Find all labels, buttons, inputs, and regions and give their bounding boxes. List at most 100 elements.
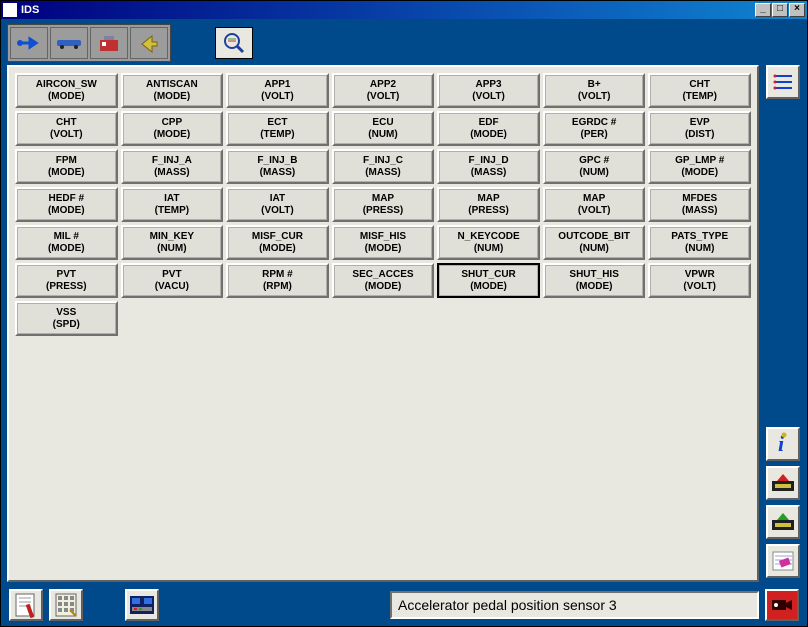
param-button[interactable]: MIL #(MODE) xyxy=(15,225,118,260)
param-name: APP1 xyxy=(264,79,290,91)
eject-green-button[interactable] xyxy=(766,505,800,539)
param-unit: (SPD) xyxy=(53,319,80,331)
param-name: MAP xyxy=(477,193,499,205)
param-name: MFDES xyxy=(682,193,717,205)
plug-button[interactable] xyxy=(10,27,48,59)
param-button[interactable]: APP2(VOLT) xyxy=(332,73,435,108)
param-button[interactable]: OUTCODE_BIT(NUM) xyxy=(543,225,646,260)
maximize-button[interactable]: □ xyxy=(772,3,788,17)
param-button[interactable]: F_INJ_C(MASS) xyxy=(332,149,435,184)
toolbox-button[interactable] xyxy=(90,27,128,59)
list-icon xyxy=(772,72,794,92)
param-unit: (MODE) xyxy=(365,243,402,255)
param-button[interactable]: GPC #(NUM) xyxy=(543,149,646,184)
param-name: MISF_CUR xyxy=(252,231,303,243)
param-button[interactable]: MAP(VOLT) xyxy=(543,187,646,222)
close-button[interactable]: × xyxy=(789,3,805,17)
minimize-button[interactable]: _ xyxy=(755,3,771,17)
param-name: APP3 xyxy=(476,79,502,91)
param-unit: (DIST) xyxy=(685,129,714,141)
drive-green-icon xyxy=(770,510,796,534)
param-name: AIRCON_SW xyxy=(36,79,97,91)
param-unit: (VOLT) xyxy=(683,281,716,293)
param-button[interactable]: MFDES(MASS) xyxy=(648,187,751,222)
param-unit: (PER) xyxy=(581,129,608,141)
param-button[interactable]: B+(VOLT) xyxy=(543,73,646,108)
param-name: CPP xyxy=(162,117,183,129)
param-button[interactable]: IAT(VOLT) xyxy=(226,187,329,222)
info-button[interactable]: i xyxy=(766,427,800,461)
param-button[interactable]: CPP(MODE) xyxy=(121,111,224,146)
param-button[interactable]: CHT(VOLT) xyxy=(15,111,118,146)
param-button[interactable]: MAP(PRESS) xyxy=(332,187,435,222)
param-name: ANTISCAN xyxy=(146,79,198,91)
param-unit: (TEMP) xyxy=(260,129,294,141)
param-name: MISF_HIS xyxy=(360,231,406,243)
param-name: F_INJ_D xyxy=(469,155,509,167)
param-unit: (NUM) xyxy=(157,243,186,255)
param-button[interactable]: EVP(DIST) xyxy=(648,111,751,146)
param-button[interactable]: MISF_CUR(MODE) xyxy=(226,225,329,260)
param-unit: (MASS) xyxy=(154,167,190,179)
param-button[interactable]: MAP(PRESS) xyxy=(437,187,540,222)
datalogger-tab[interactable] xyxy=(215,27,253,59)
param-button[interactable]: APP1(VOLT) xyxy=(226,73,329,108)
param-button[interactable]: MIN_KEY(NUM) xyxy=(121,225,224,260)
eject-red-button[interactable] xyxy=(766,466,800,500)
param-button[interactable]: CHT(TEMP) xyxy=(648,73,751,108)
param-button[interactable]: ECU(NUM) xyxy=(332,111,435,146)
param-button[interactable]: EDF(MODE) xyxy=(437,111,540,146)
param-unit: (MODE) xyxy=(48,91,85,103)
param-button[interactable]: SEC_ACCES(MODE) xyxy=(332,263,435,298)
param-name: APP2 xyxy=(370,79,396,91)
param-button[interactable]: ECT(TEMP) xyxy=(226,111,329,146)
back-button[interactable] xyxy=(130,27,168,59)
param-button[interactable]: ANTISCAN(MODE) xyxy=(121,73,224,108)
param-button[interactable]: HEDF #(MODE) xyxy=(15,187,118,222)
param-button[interactable]: AIRCON_SW(MODE) xyxy=(15,73,118,108)
param-name: PVT xyxy=(162,269,181,281)
param-name: F_INJ_B xyxy=(257,155,297,167)
param-button[interactable]: F_INJ_D(MASS) xyxy=(437,149,540,184)
param-button[interactable]: GP_LMP #(MODE) xyxy=(648,149,751,184)
param-button[interactable]: FPM(MODE) xyxy=(15,149,118,184)
param-button[interactable]: N_KEYCODE(NUM) xyxy=(437,225,540,260)
param-button[interactable]: EGRDC #(PER) xyxy=(543,111,646,146)
recorder-icon xyxy=(129,595,155,615)
param-unit: (MODE) xyxy=(48,167,85,179)
param-button[interactable]: PATS_TYPE(NUM) xyxy=(648,225,751,260)
param-unit: (MASS) xyxy=(471,167,507,179)
param-unit: (TEMP) xyxy=(155,205,189,217)
param-name: CHT xyxy=(56,117,77,129)
param-button[interactable]: VSS(SPD) xyxy=(15,301,118,336)
param-button[interactable]: MISF_HIS(MODE) xyxy=(332,225,435,260)
param-button[interactable]: PVT(VACU) xyxy=(121,263,224,298)
param-unit: (PRESS) xyxy=(46,281,87,293)
param-name: N_KEYCODE xyxy=(457,231,519,243)
param-button[interactable]: PVT(PRESS) xyxy=(15,263,118,298)
param-unit: (MODE) xyxy=(48,205,85,217)
param-name: RPM # xyxy=(262,269,293,281)
keypad-button[interactable] xyxy=(49,589,83,621)
param-button[interactable]: APP3(VOLT) xyxy=(437,73,540,108)
param-name: VPWR xyxy=(685,269,715,281)
param-button[interactable]: SHUT_HIS(MODE) xyxy=(543,263,646,298)
info-icon: i xyxy=(774,431,792,457)
clear-button[interactable] xyxy=(766,544,800,578)
worksheet-button[interactable] xyxy=(9,589,43,621)
param-button[interactable]: F_INJ_A(MASS) xyxy=(121,149,224,184)
param-name: F_INJ_C xyxy=(363,155,403,167)
record-button[interactable] xyxy=(765,589,799,621)
drive-red-icon xyxy=(770,471,796,495)
vehicle-button[interactable] xyxy=(50,27,88,59)
param-name: GPC # xyxy=(579,155,609,167)
param-button[interactable]: SHUT_CUR(MODE) xyxy=(437,263,540,298)
param-button[interactable]: RPM #(RPM) xyxy=(226,263,329,298)
recorder-button[interactable] xyxy=(125,589,159,621)
param-name: CHT xyxy=(689,79,710,91)
param-button[interactable]: VPWR(VOLT) xyxy=(648,263,751,298)
list-view-button[interactable] xyxy=(766,65,800,99)
plug-icon xyxy=(16,33,42,53)
param-button[interactable]: F_INJ_B(MASS) xyxy=(226,149,329,184)
param-button[interactable]: IAT(TEMP) xyxy=(121,187,224,222)
